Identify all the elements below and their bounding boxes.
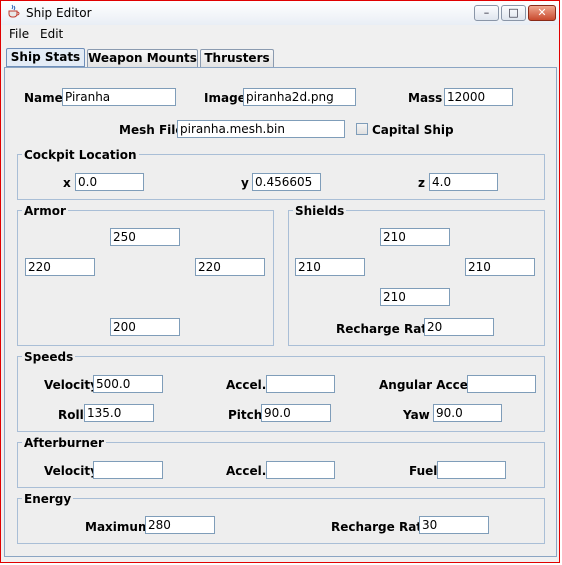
angular-accel-field[interactable] [467,375,536,393]
cockpit-x-field[interactable]: 0.0 [75,173,144,191]
menu-edit[interactable]: Edit [40,27,63,41]
minimize-button[interactable]: – [474,5,499,21]
close-button[interactable]: ✕ [528,5,556,21]
fuel-label: Fuel [409,464,438,478]
name-field[interactable]: Piranha [62,88,176,106]
afterburner-accel-label: Accel. [226,464,267,478]
armor-left-field[interactable]: 220 [25,258,95,276]
cockpit-z-field[interactable]: 4.0 [429,173,498,191]
energy-maximum-label: Maximum [85,520,151,534]
mass-label: Mass [408,91,443,105]
cockpit-x-label: x [63,176,71,190]
roll-field[interactable]: 135.0 [84,404,154,422]
tab-ship-stats[interactable]: Ship Stats [6,48,85,67]
shields-top-field[interactable]: 210 [380,228,450,246]
speed-accel-field[interactable] [266,375,335,393]
pitch-field[interactable]: 90.0 [261,404,331,422]
afterburner-velocity-field[interactable] [93,461,163,479]
speeds-title: Speeds [22,350,76,364]
armor-title: Armor [22,204,68,218]
image-label: Image [204,91,246,105]
image-field[interactable]: piranha2d.png [243,88,356,106]
shields-right-field[interactable]: 210 [465,258,535,276]
yaw-label: Yaw [403,408,430,422]
cockpit-y-field[interactable]: 0.456605 [252,173,321,191]
shields-recharge-label: Recharge Rate [336,322,436,336]
window-title: Ship Editor [26,6,92,20]
energy-maximum-field[interactable]: 280 [145,516,215,534]
speed-velocity-field[interactable]: 500.0 [93,375,163,393]
name-label: Name [24,91,63,105]
armor-top-field[interactable]: 250 [110,228,180,246]
cockpit-z-label: z [418,176,425,190]
speed-accel-label: Accel. [226,378,267,392]
pitch-label: Pitch [228,408,263,422]
cockpit-location-title: Cockpit Location [22,148,139,162]
capital-ship-checkbox[interactable] [356,123,368,135]
energy-recharge-field[interactable]: 30 [419,516,489,534]
java-coffee-cup-icon [8,4,20,18]
armor-right-field[interactable]: 220 [195,258,265,276]
shields-bottom-field[interactable]: 210 [380,288,450,306]
tab-thrusters[interactable]: Thrusters [200,49,274,67]
shields-recharge-field[interactable]: 20 [424,318,494,336]
angular-accel-label: Angular Accel. [379,378,477,392]
maximize-button[interactable]: □ [501,5,526,21]
mass-field[interactable]: 12000 [444,88,513,106]
shields-title: Shields [293,204,347,218]
menu-bar [1,25,559,45]
mesh-file-label: Mesh File [119,123,184,137]
cockpit-y-label: y [241,176,249,190]
tab-weapon-mounts[interactable]: Weapon Mounts [87,49,198,67]
afterburner-velocity-label: Velocity [44,464,98,478]
energy-recharge-label: Recharge Rate [331,520,431,534]
fuel-field[interactable] [437,461,506,479]
mesh-file-field[interactable]: piranha.mesh.bin [177,120,345,138]
armor-bottom-field[interactable]: 200 [110,318,180,336]
yaw-field[interactable]: 90.0 [433,404,502,422]
afterburner-title: Afterburner [22,436,106,450]
roll-label: Roll [58,408,84,422]
energy-title: Energy [22,492,74,506]
menu-file[interactable]: File [9,27,29,41]
shields-left-field[interactable]: 210 [295,258,365,276]
speed-velocity-label: Velocity [44,378,98,392]
capital-ship-label: Capital Ship [372,123,454,137]
afterburner-accel-field[interactable] [266,461,335,479]
